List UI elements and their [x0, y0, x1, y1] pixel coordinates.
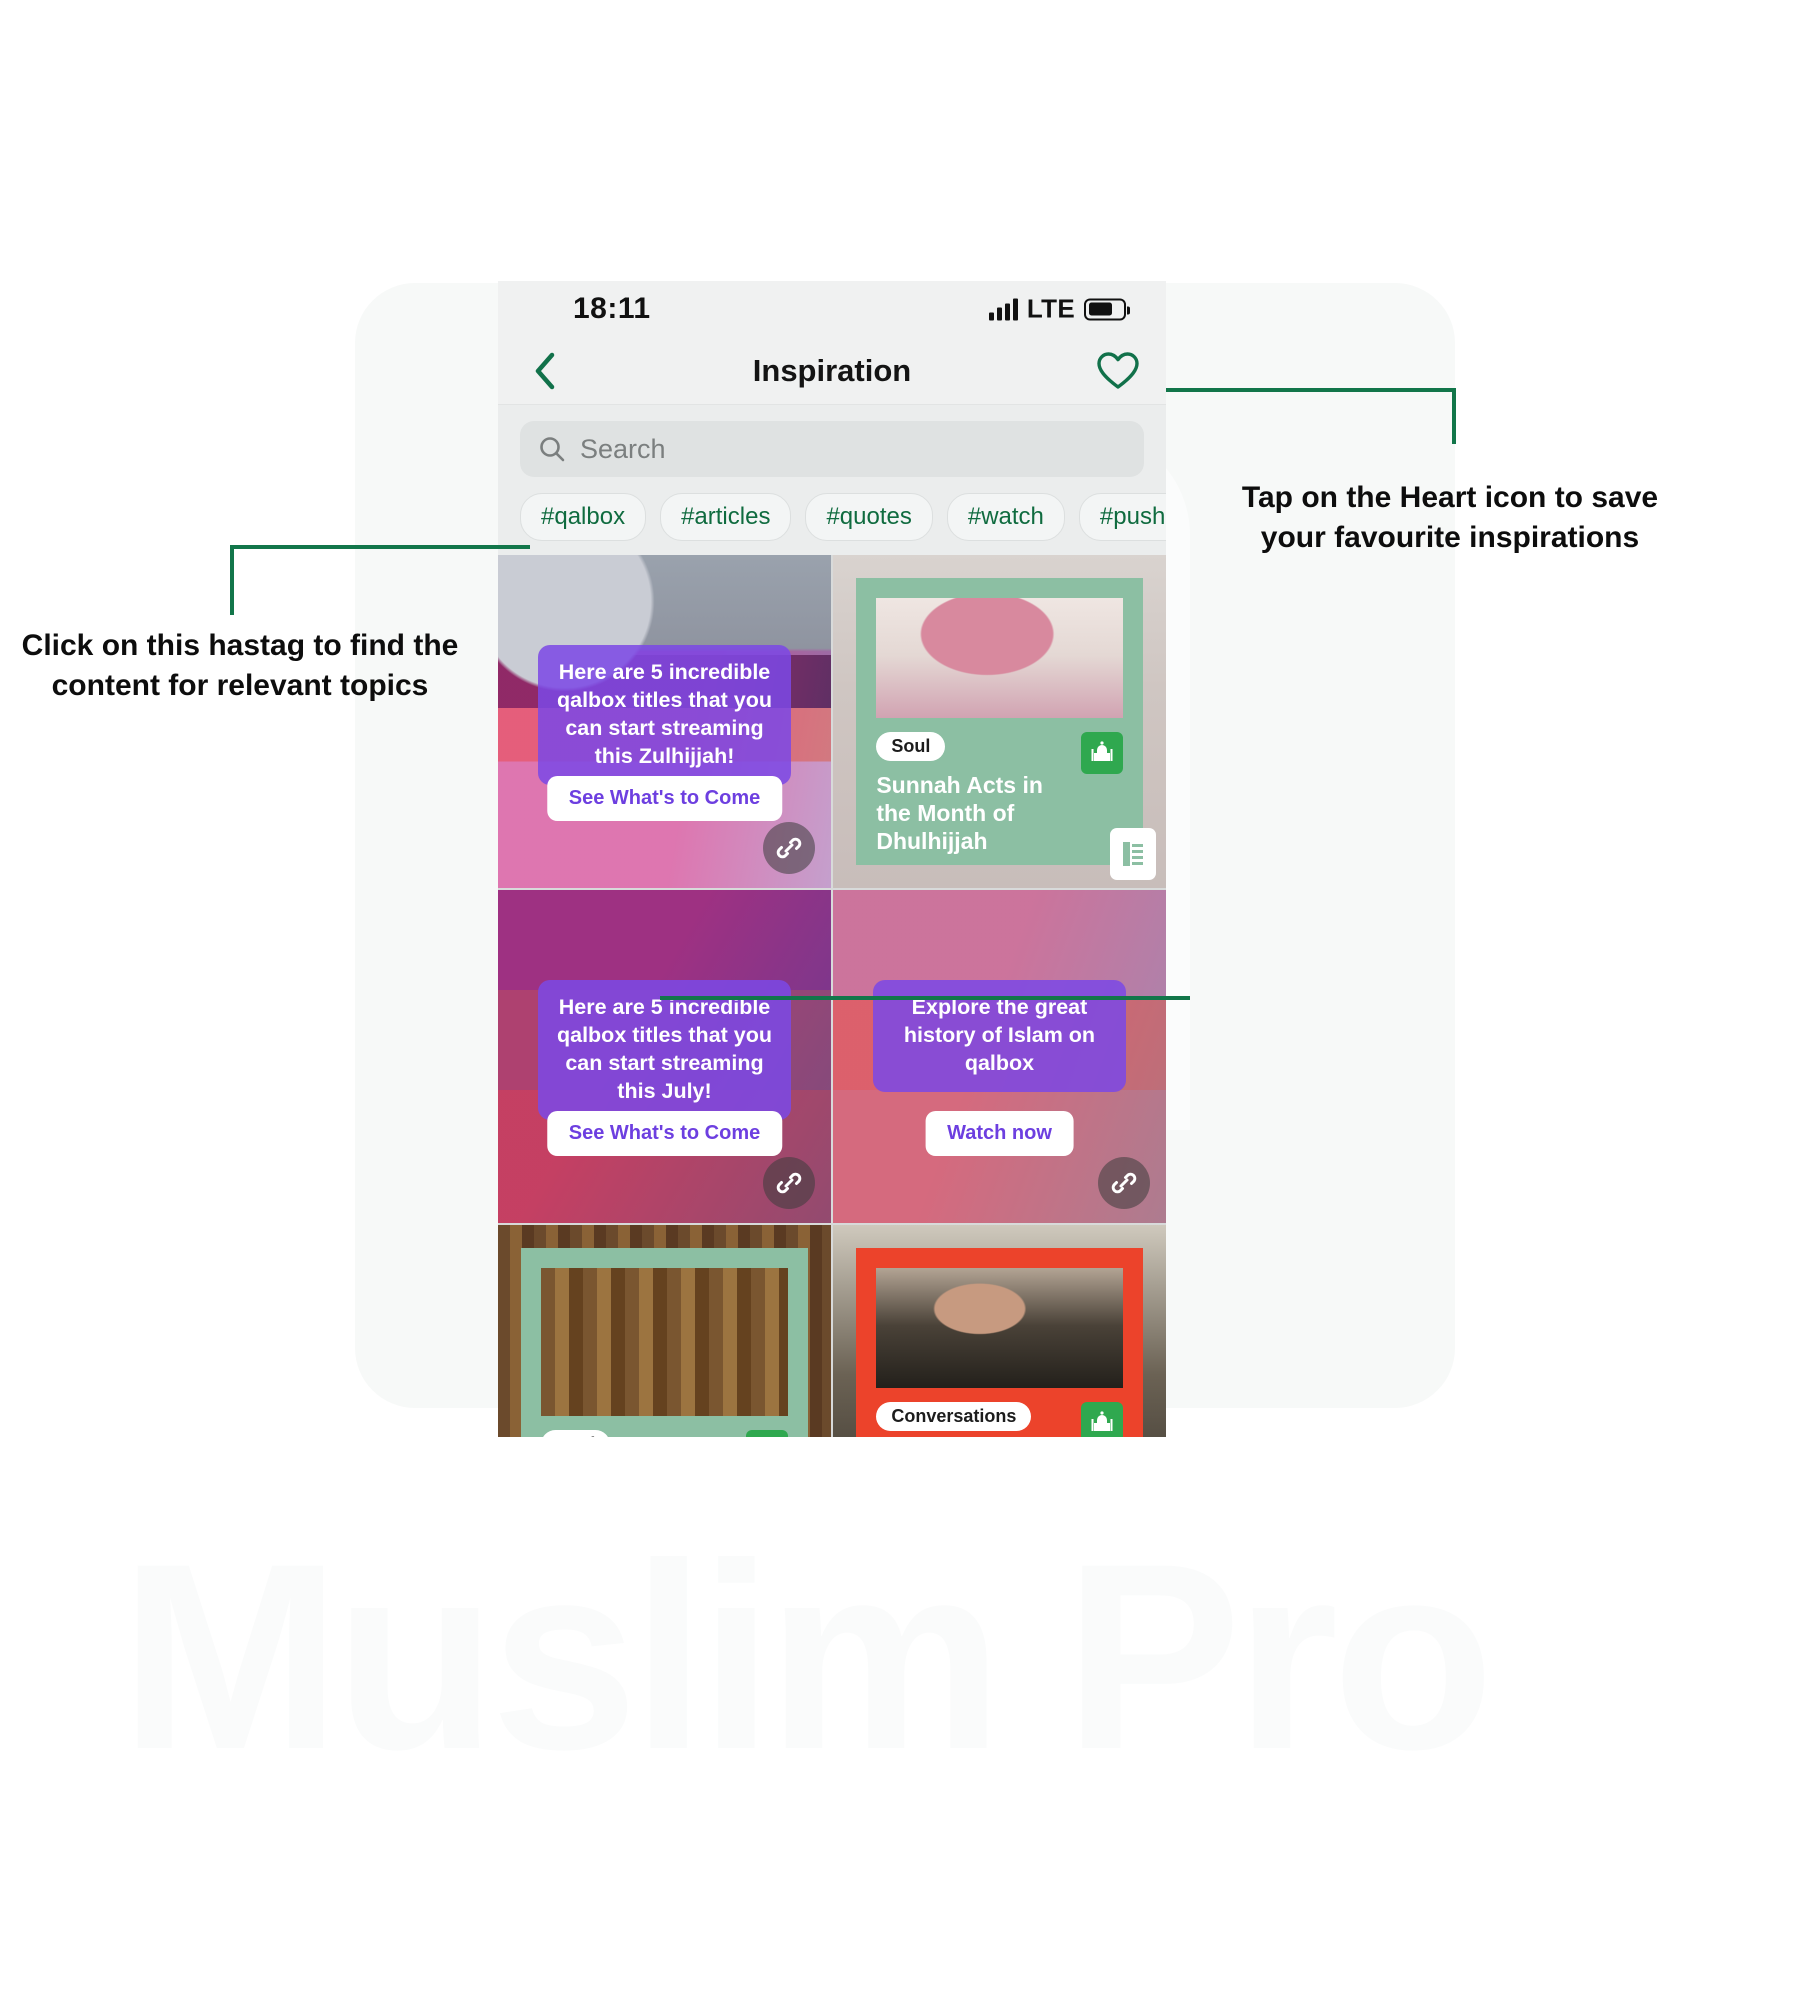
inspiration-card[interactable]: Here are 5 incredible qalbox titles that… [498, 555, 831, 888]
nav-bar: Inspiration [498, 337, 1166, 405]
inspiration-card[interactable]: Conversations Hajj Journey 2022: Practic… [833, 1225, 1166, 1437]
annotation-leader-left-horizontal [230, 545, 530, 549]
search-input[interactable]: Search [520, 421, 1144, 477]
hashtag-chip-quotes[interactable]: #quotes [805, 493, 933, 541]
article-meta: Soul The History of Safa Marwa [521, 1416, 807, 1437]
annotation-leader-right-horizontal [1166, 388, 1456, 392]
article-icon [1123, 842, 1143, 866]
status-bar: 18:11 LTE [498, 281, 1166, 337]
hashtag-chip-pushn[interactable]: #pushn [1078, 493, 1166, 541]
link-badge[interactable] [763, 1157, 815, 1209]
article-meta: Soul Sunnah Acts in the Month of Dhulhij… [856, 718, 1142, 865]
card-cta-button[interactable]: Watch now [925, 1111, 1074, 1157]
article-frame: Soul Sunnah Acts in the Month of Dhulhij… [856, 578, 1143, 865]
article-badge[interactable] [1110, 828, 1156, 880]
link-icon [1111, 1172, 1137, 1194]
article-meta: Conversations Hajj Journey 2022: Practic… [856, 1388, 1142, 1437]
hashtag-filter-row[interactable]: #qalbox #articles #quotes #watch #pushn [498, 477, 1166, 555]
signal-bars-icon [988, 298, 1018, 320]
brand-watermark: Muslim Pro [120, 1509, 1494, 1805]
article-photo [541, 1268, 788, 1416]
chevron-left-icon [535, 352, 555, 389]
annotation-heart: Tap on the Heart icon to save your favou… [1241, 481, 1659, 555]
heart-outline-icon [1097, 351, 1139, 389]
card-headline: Here are 5 incredible qalbox titles that… [537, 644, 792, 785]
back-button[interactable] [524, 351, 564, 391]
mosque-icon [745, 1429, 788, 1437]
link-badge[interactable] [763, 822, 815, 874]
inspiration-card[interactable]: Here are 5 incredible qalbox titles that… [498, 890, 831, 1223]
battery-icon [1084, 298, 1130, 320]
search-icon [540, 437, 565, 462]
link-icon [776, 1172, 802, 1194]
status-bar-time: 18:11 [573, 292, 651, 325]
annotation-leader-grid [660, 996, 1190, 1000]
mosque-icon [1080, 1401, 1123, 1437]
annotation-leader-left-vertical [230, 545, 234, 615]
phone-screen: 18:11 LTE Inspiration Search #qalbox #ar… [498, 281, 1166, 1437]
article-frame: Conversations Hajj Journey 2022: Practic… [856, 1248, 1143, 1437]
link-badge[interactable] [1098, 1157, 1150, 1209]
network-label: LTE [1026, 293, 1075, 324]
hashtag-chip-watch[interactable]: #watch [946, 493, 1065, 541]
article-title: Sunnah Acts in the Month of Dhulhijjah [876, 771, 1043, 854]
search-section: Search [498, 405, 1166, 477]
article-frame: Soul The History of Safa Marwa [521, 1248, 808, 1437]
card-cta-button[interactable]: See What's to Come [546, 1111, 783, 1157]
inspiration-card[interactable]: Explore the great history of Islam on qa… [833, 890, 1166, 1223]
favourite-button[interactable] [1096, 349, 1140, 393]
article-photo [876, 1268, 1123, 1388]
mosque-icon [1080, 731, 1123, 774]
hashtag-chip-qalbox[interactable]: #qalbox [520, 493, 647, 541]
category-badge: Soul [876, 731, 946, 761]
card-cta-button[interactable]: See What's to Come [546, 776, 783, 822]
annotation-hashtag: Click on this hastag to find the content… [21, 629, 459, 703]
inspiration-card[interactable]: Soul Sunnah Acts in the Month of Dhulhij… [833, 555, 1166, 888]
category-badge: Conversations [876, 1401, 1032, 1431]
annotation-leader-right-vertical [1452, 388, 1456, 444]
hashtag-chip-articles[interactable]: #articles [660, 493, 792, 541]
article-photo [876, 598, 1123, 718]
search-placeholder: Search [580, 433, 666, 464]
screenshot-canvas: ★ Muslim Pro 18:11 LTE Inspiration [0, 0, 1800, 2000]
category-badge: Soul [541, 1429, 611, 1437]
inspiration-card[interactable]: Soul The History of Safa Marwa [498, 1225, 831, 1437]
page-title: Inspiration [752, 352, 912, 388]
link-icon [776, 837, 802, 859]
status-bar-indicators: LTE [988, 293, 1130, 325]
card-headline: Here are 5 incredible qalbox titles that… [537, 979, 792, 1120]
mosque-glyph-icon [1091, 740, 1113, 761]
mosque-glyph-icon [1091, 1410, 1113, 1431]
